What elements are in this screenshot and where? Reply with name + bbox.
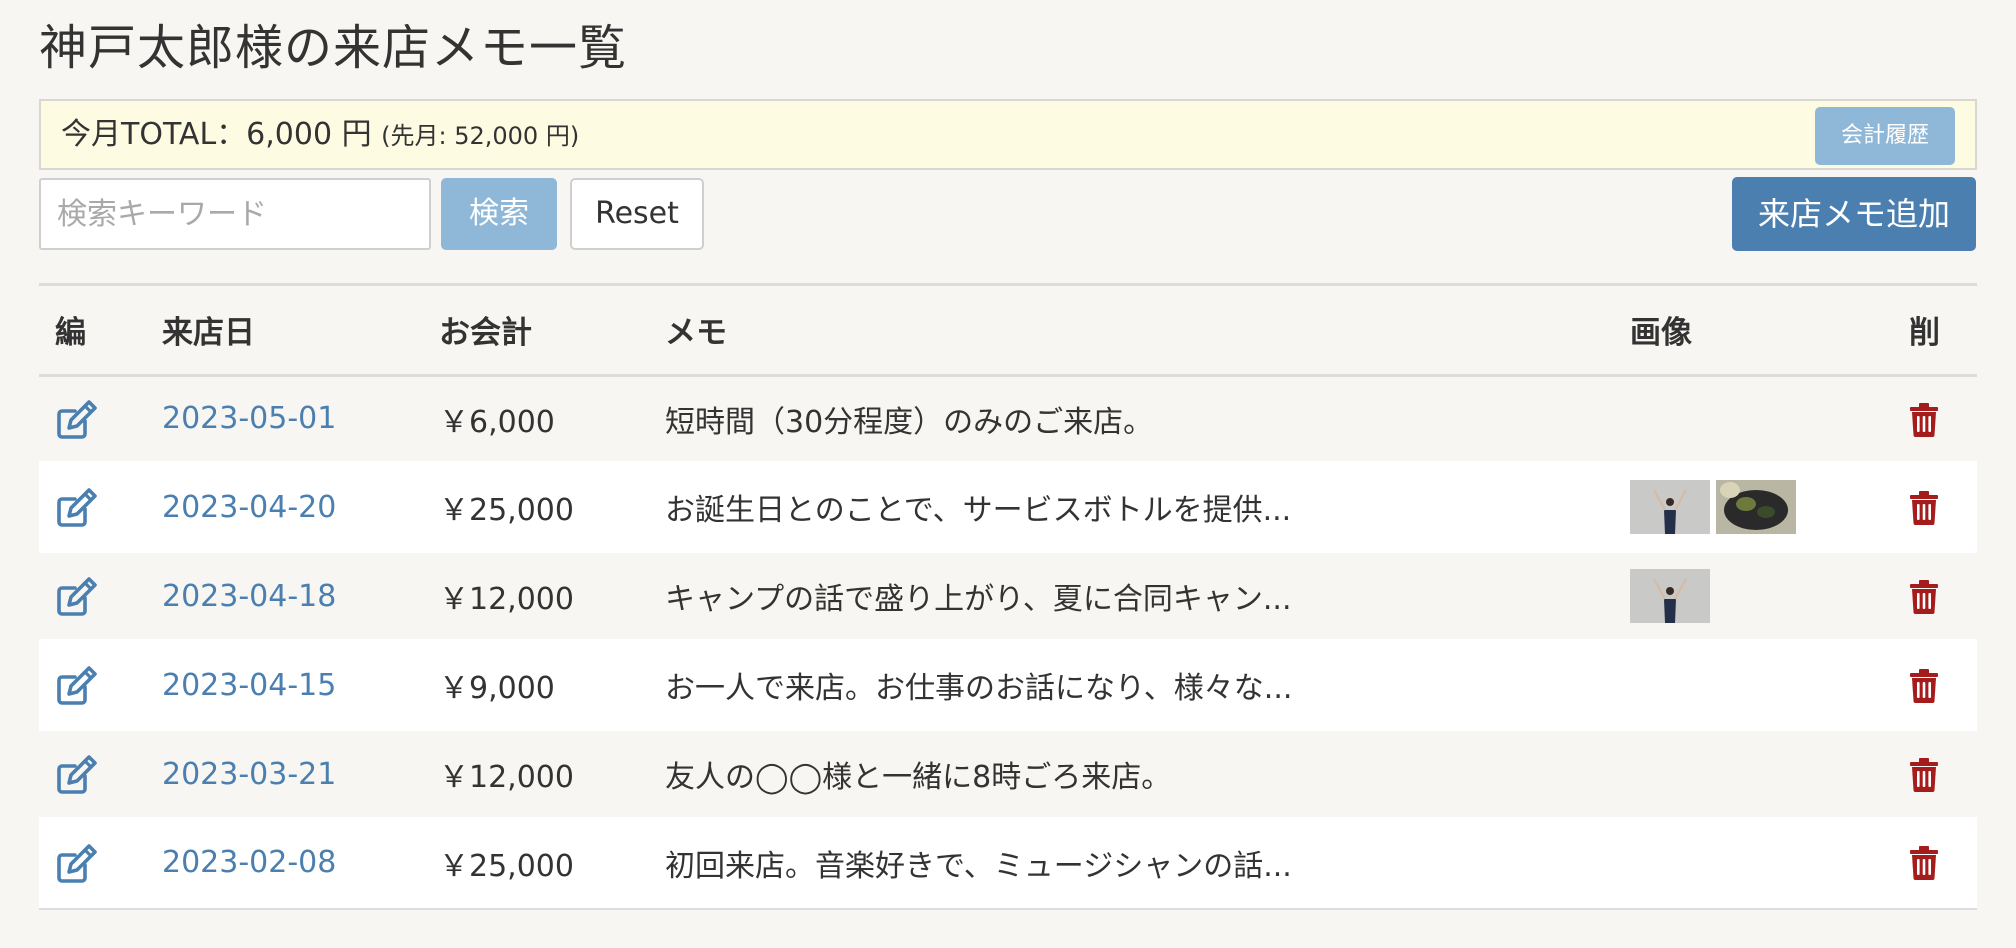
images-cell: [1614, 817, 1893, 909]
images-cell: [1614, 639, 1893, 731]
edit-icon[interactable]: [55, 397, 99, 441]
edit-cell: [39, 375, 146, 461]
search-input[interactable]: [39, 178, 431, 250]
visit-date-cell: 2023-04-18: [146, 553, 423, 639]
amount-cell: ￥25,000: [439, 493, 574, 528]
monthly-total-bar: 今月TOTAL：6,000 円 (先月: 52,000 円) 会計履歴: [39, 99, 1977, 170]
memo-cell: キャンプの話で盛り上がり、夏に合同キャン...: [665, 582, 1292, 617]
memo-cell: お一人で来店。お仕事のお話になり、様々な...: [665, 671, 1293, 706]
images-cell: [1614, 553, 1893, 639]
delete-cell: [1893, 639, 1977, 731]
edit-cell: [39, 639, 146, 731]
table-row: 2023-05-01 ￥6,000 短時間（30分程度）のみのご来店。: [39, 375, 1977, 461]
amount-cell: ￥12,000: [439, 760, 574, 795]
page-title: 神戸太郎様の来店メモ一覧: [39, 20, 628, 76]
visit-date-cell: 2023-04-15: [146, 639, 423, 731]
visit-date-link[interactable]: 2023-02-08: [162, 845, 336, 880]
visit-date-cell: 2023-03-21: [146, 731, 423, 817]
memo-image-thumbnail[interactable]: [1716, 480, 1796, 534]
images-cell: [1614, 375, 1893, 461]
visit-date-cell: 2023-04-20: [146, 461, 423, 553]
header-amount: お会計: [423, 286, 649, 377]
monthly-total-label: 今月TOTAL：6,000 円: [61, 117, 372, 152]
page: 神戸太郎様の来店メモ一覧 今月TOTAL：6,000 円 (先月: 52,000…: [0, 0, 2016, 948]
header-edit: 編: [39, 286, 146, 377]
trash-icon[interactable]: [1909, 846, 1939, 881]
edit-icon[interactable]: [55, 841, 99, 885]
search-button[interactable]: 検索: [441, 178, 557, 250]
memo-image-thumbnail[interactable]: [1630, 480, 1710, 534]
edit-cell: [39, 553, 146, 639]
header-images: 画像: [1614, 286, 1893, 377]
delete-cell: [1893, 553, 1977, 639]
edit-cell: [39, 817, 146, 909]
monthly-total-text: 今月TOTAL：6,000 円 (先月: 52,000 円): [61, 117, 579, 154]
visit-date-link[interactable]: 2023-03-21: [162, 757, 336, 792]
table-row: 2023-02-08 ￥25,000 初回来店。音楽好きで、ミュージシャンの話...: [39, 817, 1977, 909]
visit-memo-table: 編 来店日 お会計 メモ 画像 削 2023-05-01 ￥6,000 短時間（30…: [39, 283, 1977, 910]
edit-cell: [39, 461, 146, 553]
delete-cell: [1893, 817, 1977, 909]
table-row: 2023-04-18 ￥12,000 キャンプの話で盛り上がり、夏に合同キャン...: [39, 553, 1977, 639]
header-memo: メモ: [649, 286, 1614, 377]
header-visit-date: 来店日: [146, 286, 423, 377]
visit-date-link[interactable]: 2023-04-18: [162, 579, 336, 614]
trash-icon[interactable]: [1909, 402, 1939, 437]
memo-cell: 友人の◯◯様と一緒に8時ごろ来店。: [665, 760, 1172, 795]
images-cell: [1614, 731, 1893, 817]
delete-cell: [1893, 731, 1977, 817]
edit-cell: [39, 731, 146, 817]
delete-cell: [1893, 375, 1977, 461]
previous-month-total: (先月: 52,000 円): [381, 122, 580, 150]
table-row: 2023-04-20 ￥25,000 お誕生日とのことで、サービスボトルを提供...: [39, 461, 1977, 553]
visit-date-cell: 2023-02-08: [146, 817, 423, 909]
images-cell: [1614, 461, 1893, 553]
table-row: 2023-03-21 ￥12,000 友人の◯◯様と一緒に8時ごろ来店。: [39, 731, 1977, 817]
visit-date-link[interactable]: 2023-04-15: [162, 668, 336, 703]
visit-date-link[interactable]: 2023-04-20: [162, 490, 336, 525]
header-delete: 削: [1893, 286, 1977, 377]
delete-cell: [1893, 461, 1977, 553]
trash-icon[interactable]: [1909, 668, 1939, 703]
edit-icon[interactable]: [55, 574, 99, 618]
visit-date-link[interactable]: 2023-05-01: [162, 401, 336, 436]
edit-icon[interactable]: [55, 663, 99, 707]
memo-image-thumbnail[interactable]: [1630, 569, 1710, 623]
edit-icon[interactable]: [55, 752, 99, 796]
trash-icon[interactable]: [1909, 579, 1939, 614]
amount-cell: ￥9,000: [439, 671, 555, 706]
edit-icon[interactable]: [55, 485, 99, 529]
table-header-row: 編 来店日 お会計 メモ 画像 削: [39, 286, 1977, 377]
memo-cell: お誕生日とのことで、サービスボトルを提供...: [665, 493, 1292, 528]
memo-cell: 短時間（30分程度）のみのご来店。: [665, 404, 1154, 440]
table-row: 2023-04-15 ￥9,000 お一人で来店。お仕事のお話になり、様々な...: [39, 639, 1977, 731]
visit-date-cell: 2023-05-01: [146, 375, 423, 461]
trash-icon[interactable]: [1909, 757, 1939, 792]
amount-cell: ￥25,000: [439, 848, 574, 884]
memo-cell: 初回来店。音楽好きで、ミュージシャンの話...: [665, 848, 1292, 884]
payment-history-button[interactable]: 会計履歴: [1815, 107, 1955, 165]
trash-icon[interactable]: [1909, 490, 1939, 525]
add-visit-memo-button[interactable]: 来店メモ追加: [1732, 177, 1976, 251]
amount-cell: ￥12,000: [439, 582, 574, 617]
reset-button[interactable]: Reset: [570, 178, 704, 250]
amount-cell: ￥6,000: [439, 404, 555, 440]
